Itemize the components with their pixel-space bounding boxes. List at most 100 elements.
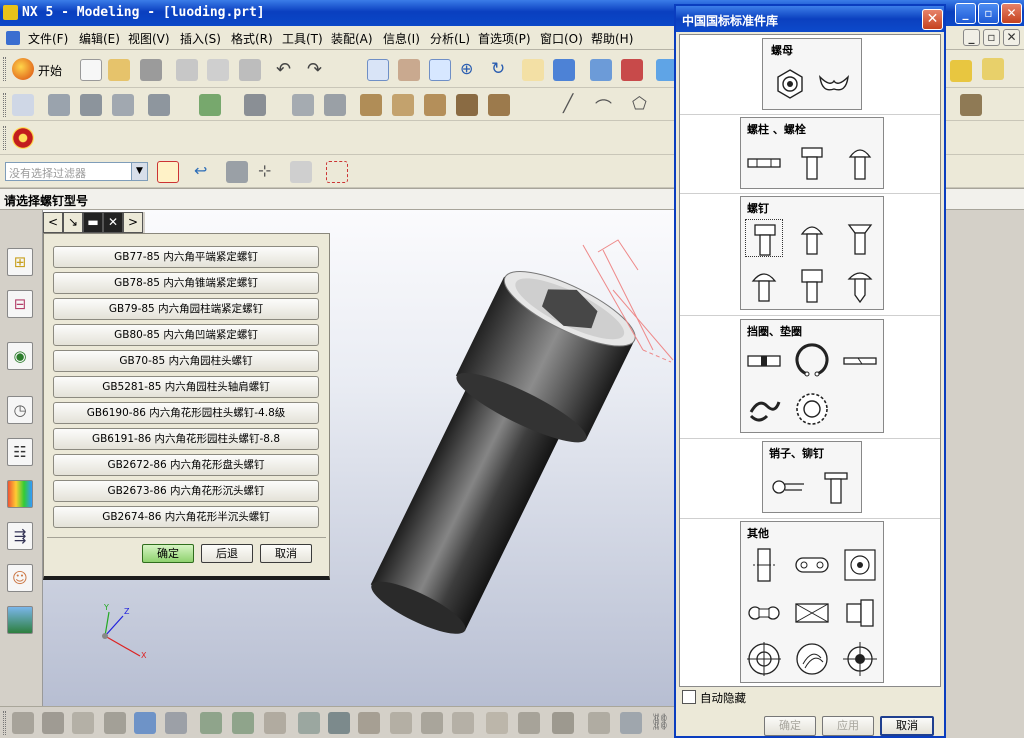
menu-format[interactable]: 格式(R) <box>231 30 273 47</box>
knurled-screw-icon[interactable] <box>793 267 831 305</box>
redo-icon[interactable]: ↷ <box>307 59 329 81</box>
arc-icon[interactable]: ⌒ <box>595 94 617 119</box>
mate-component-icon[interactable] <box>200 712 222 734</box>
doc-close-button[interactable]: ✕ <box>1003 29 1020 46</box>
close-window-button[interactable]: ✕ <box>1001 3 1022 24</box>
add-component-icon[interactable] <box>72 712 94 734</box>
spring-icon[interactable] <box>793 640 831 678</box>
menu-window[interactable]: 窗口(O) <box>540 30 583 47</box>
history-icon[interactable]: ◷ <box>7 396 33 424</box>
layer-settings-icon[interactable] <box>590 59 612 81</box>
screw-option-gb70[interactable]: GB70-85 内六角园柱头螺钉 <box>53 350 319 372</box>
menu-edit[interactable]: 编辑(E) <box>79 30 120 47</box>
menu-assembly[interactable]: 装配(A) <box>331 30 373 47</box>
back-button[interactable]: 后退 <box>201 544 253 563</box>
bearing-section-icon[interactable] <box>793 594 831 632</box>
stud-icon[interactable] <box>745 144 783 182</box>
flange-icon[interactable] <box>841 546 879 584</box>
chain-link-icon[interactable]: ⛓ <box>650 712 672 734</box>
nav-close-button[interactable]: ✕ <box>103 212 123 233</box>
menu-information[interactable]: 信息(I) <box>383 30 420 47</box>
system-materials-icon[interactable]: ☷ <box>7 438 33 466</box>
washer-section-icon[interactable] <box>745 342 783 380</box>
doc-minimize-button[interactable]: _ <box>963 29 980 46</box>
nav-restore-button[interactable]: ↘ <box>63 212 83 233</box>
start-icon[interactable] <box>12 58 34 80</box>
roles-icon[interactable]: ☺ <box>7 564 33 592</box>
socket-head-screw-icon[interactable] <box>745 219 783 257</box>
maximize-button[interactable]: ▫ <box>978 3 999 24</box>
screw-option-gb77[interactable]: GB77-85 内六角平端紧定螺钉 <box>53 246 319 268</box>
library-apply-button[interactable]: 应用 <box>822 716 874 736</box>
nav-prev-button[interactable]: < <box>43 212 63 233</box>
wing-nut-icon[interactable] <box>815 65 853 103</box>
constraint-icon[interactable] <box>518 712 540 734</box>
spring-washer-icon[interactable] <box>745 390 783 428</box>
minimize-button[interactable]: _ <box>955 3 976 24</box>
sketch-icon[interactable] <box>12 94 34 116</box>
standard-library-icon[interactable] <box>12 127 34 149</box>
doc-restore-button[interactable]: ▫ <box>983 29 1000 46</box>
save-icon[interactable] <box>140 59 162 81</box>
move-component-icon[interactable] <box>486 712 508 734</box>
menu-insert[interactable]: 插入(S) <box>180 30 221 47</box>
hex-bolt-icon[interactable] <box>793 144 831 182</box>
round-head-bolt-icon[interactable] <box>841 144 879 182</box>
filter-dropdown[interactable]: 没有选择过滤器 ▼ <box>5 162 148 181</box>
screw-option-gb2673[interactable]: GB2673-86 内六角花形沉头螺钉 <box>53 480 319 502</box>
new-file-icon[interactable] <box>80 59 102 81</box>
reference-set-icon[interactable] <box>165 712 187 734</box>
screw-option-gb2672[interactable]: GB2672-86 内六角花形盘头螺钉 <box>53 454 319 476</box>
open-folder-icon[interactable] <box>108 59 130 81</box>
toolbar-grip[interactable] <box>3 711 6 735</box>
trim-body-icon[interactable] <box>324 94 346 116</box>
product-outline-icon[interactable] <box>620 712 642 734</box>
zoom-in-out-icon[interactable]: ⊕ <box>460 59 482 81</box>
sequence-icon[interactable] <box>421 712 443 734</box>
key-icon[interactable] <box>745 546 783 584</box>
gear-icon[interactable] <box>841 640 879 678</box>
screw-option-gb5281[interactable]: GB5281-85 内六角园柱头轴肩螺钉 <box>53 376 319 398</box>
fit-view-icon[interactable] <box>367 59 389 81</box>
cut-icon[interactable] <box>176 59 198 81</box>
menu-analysis[interactable]: 分析(L) <box>430 30 470 47</box>
zoom-area-icon[interactable] <box>398 59 420 81</box>
reuse-library-icon[interactable]: ◉ <box>7 342 33 370</box>
edge-blend-icon[interactable] <box>360 94 382 116</box>
slotted-screw-icon[interactable] <box>793 219 831 257</box>
screw-option-gb2674[interactable]: GB2674-86 内六角花形半沉头螺钉 <box>53 506 319 528</box>
select-filter-icon[interactable] <box>157 161 179 183</box>
visualization-icon[interactable] <box>7 480 33 508</box>
show-component-icon[interactable] <box>588 712 610 734</box>
screw-option-gb79[interactable]: GB79-85 内六角园柱端紧定螺钉 <box>53 298 319 320</box>
boolean-icon[interactable] <box>292 94 314 116</box>
plane-icon[interactable] <box>244 94 266 116</box>
render-style-icon[interactable] <box>553 59 575 81</box>
pan-icon[interactable] <box>522 59 544 81</box>
process-studio-icon[interactable]: ⇶ <box>7 522 33 550</box>
angle-icon[interactable] <box>982 58 1004 80</box>
nav-minimize-button[interactable]: ▬ <box>83 212 103 233</box>
surface-icon[interactable] <box>960 94 982 116</box>
cotter-pin-icon[interactable] <box>769 468 807 506</box>
bushing-icon[interactable] <box>841 594 879 632</box>
library-ok-button[interactable]: 确定 <box>764 716 816 736</box>
coupling-icon[interactable] <box>745 594 783 632</box>
chevron-down-icon[interactable]: ▼ <box>131 163 147 180</box>
explode-icon[interactable] <box>264 712 286 734</box>
web-browser-icon[interactable] <box>7 606 33 634</box>
screw-option-gb6190[interactable]: GB6190-86 内六角花形园柱头螺钉-4.8级 <box>53 402 319 424</box>
menu-view[interactable]: 视图(V) <box>128 30 170 47</box>
hole-icon[interactable] <box>148 94 170 116</box>
pan-head-screw-icon[interactable] <box>745 267 783 305</box>
shell-icon[interactable] <box>424 94 446 116</box>
revolve-icon[interactable] <box>80 94 102 116</box>
circlip-icon[interactable] <box>793 342 831 380</box>
measure-icon[interactable] <box>950 60 972 82</box>
replace-component-icon[interactable] <box>452 712 474 734</box>
reposition-icon[interactable] <box>232 712 254 734</box>
save-assembly-icon[interactable] <box>134 712 156 734</box>
library-close-button[interactable]: ✕ <box>922 9 943 30</box>
set-screw-icon[interactable] <box>841 267 879 305</box>
part-navigator-icon[interactable]: ⊟ <box>7 290 33 318</box>
